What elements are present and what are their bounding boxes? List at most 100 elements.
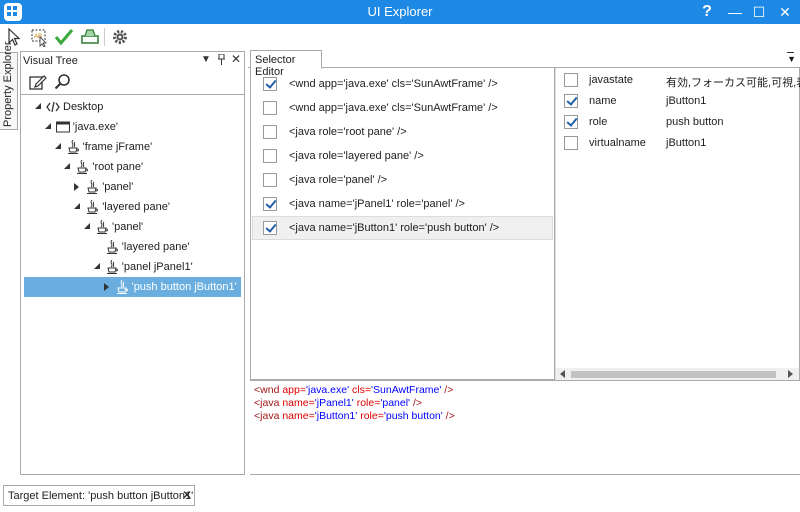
tab-dropdown-icon[interactable]: ▼: [787, 52, 796, 64]
selector-editor-area: Selector Editor ▼ <wnd app='java.exe' cl…: [248, 50, 800, 475]
selector-row[interactable]: <java role='root pane' />: [252, 120, 553, 144]
collapsed-arrow-icon[interactable]: [103, 283, 109, 291]
tree-node[interactable]: 'java.exe': [21, 117, 244, 137]
visual-tree-header: Visual Tree ▼ ✕: [21, 52, 244, 70]
selector-checkbox[interactable]: [263, 101, 277, 115]
close-panel-icon[interactable]: ✕: [231, 52, 241, 66]
tree-node[interactable]: 'layered pane': [21, 197, 244, 217]
expanded-arrow-icon[interactable]: [44, 123, 51, 129]
xml-line: <java name='jButton1' role='push button'…: [254, 410, 796, 423]
selector-checkbox[interactable]: [263, 149, 277, 163]
xml-line: <wnd app='java.exe' cls='SunAwtFrame' />: [254, 384, 796, 397]
window-icon: [55, 120, 70, 134]
xml-attr-name: name: [282, 410, 309, 422]
selector-text: <java name='jButton1' role='push button'…: [289, 222, 500, 234]
pin-icon[interactable]: [217, 53, 226, 68]
tree-node[interactable]: 'push button jButton1': [24, 277, 241, 297]
help-button[interactable]: ?: [692, 0, 722, 24]
tree-node[interactable]: 'panel jPanel1': [21, 257, 244, 277]
tree-node[interactable]: 'frame jFrame': [21, 137, 244, 157]
selector-text: <wnd app='java.exe' cls='SunAwtFrame' />: [289, 78, 498, 90]
java-icon: [66, 139, 80, 154]
attribute-name: name: [589, 95, 617, 107]
settings-button[interactable]: [110, 27, 130, 47]
expanded-arrow-icon[interactable]: [64, 163, 71, 169]
java-icon: [85, 199, 99, 214]
scrollbar-thumb[interactable]: [571, 371, 776, 378]
attribute-checkbox[interactable]: [564, 73, 578, 87]
xml-bracket: />: [442, 410, 455, 422]
expanded-arrow-icon[interactable]: [54, 143, 61, 149]
xml-line: <java name='jPanel1' role='panel' />: [254, 397, 796, 410]
attribute-value: jButton1: [666, 137, 707, 149]
attribute-checkbox[interactable]: [564, 136, 578, 150]
highlight-button[interactable]: [80, 27, 100, 47]
java-icon: [95, 219, 109, 234]
attribute-value: jButton1: [666, 95, 707, 107]
tree-node[interactable]: 'panel': [21, 217, 244, 237]
tab-strip: Selector Editor ▼: [248, 50, 800, 78]
edit-icon[interactable]: [29, 73, 47, 94]
dropdown-arrow-icon[interactable]: ▼: [201, 54, 211, 65]
expanded-arrow-icon[interactable]: [93, 263, 100, 269]
attribute-checkbox[interactable]: [564, 94, 578, 108]
attribute-checkbox[interactable]: [564, 115, 578, 129]
xml-tag: wnd: [260, 384, 280, 396]
property-explorer-tab[interactable]: Property Explorer: [0, 41, 18, 130]
selector-text: <java role='root pane' />: [289, 126, 407, 138]
tree-node[interactable]: 'layered pane': [21, 237, 244, 257]
selector-row[interactable]: <wnd app='java.exe' cls='SunAwtFrame' />: [252, 72, 553, 96]
checkmark-icon: [54, 29, 74, 46]
target-element-tab[interactable]: Target Element: 'push button jButton1' ✕: [3, 485, 195, 506]
validate-button[interactable]: [54, 27, 74, 47]
horizontal-scrollbar[interactable]: [556, 368, 799, 380]
attribute-row[interactable]: name jButton1: [556, 91, 796, 111]
xml-attr-name: cls: [352, 384, 365, 396]
java-icon: [85, 179, 99, 194]
xml-attr-value: 'push button': [383, 410, 443, 422]
target-element-label: Target Element: 'push button jButton1': [8, 490, 194, 502]
attribute-row[interactable]: javastate 有効,フォーカス可能,可視,表示: [556, 70, 800, 90]
selector-row[interactable]: <java name='jButton1' role='push button'…: [252, 216, 553, 240]
tree-node[interactable]: 'root pane': [21, 157, 244, 177]
tab-selector-editor[interactable]: Selector Editor: [250, 50, 322, 78]
selector-row[interactable]: <java name='jPanel1' role='panel' />: [252, 192, 553, 216]
expanded-arrow-icon[interactable]: [35, 103, 41, 109]
tree-node-label: 'frame jFrame': [82, 141, 153, 153]
tree-node[interactable]: Desktop: [21, 97, 244, 117]
scroll-left-icon[interactable]: [560, 370, 565, 378]
xml-attr-name: role: [360, 410, 378, 422]
search-icon[interactable]: [54, 73, 72, 94]
collapsed-arrow-icon[interactable]: [74, 183, 80, 191]
attribute-value: push button: [666, 116, 724, 128]
tree-node-label: 'push button jButton1': [131, 281, 237, 293]
selector-checkbox[interactable]: [263, 173, 277, 187]
attribute-row[interactable]: role push button: [556, 112, 796, 132]
indicate-anchor-button[interactable]: AB: [29, 27, 49, 48]
toolbar-separator: [104, 28, 105, 46]
selector-xml-preview[interactable]: <wnd app='java.exe' cls='SunAwtFrame' />…: [250, 380, 800, 475]
selector-row[interactable]: <java role='layered pane' />: [252, 144, 553, 168]
tree-node-label: 'layered pane': [102, 201, 170, 213]
scroll-right-icon[interactable]: [788, 370, 793, 378]
selector-row[interactable]: <java role='panel' />: [252, 168, 553, 192]
selector-checkbox[interactable]: [263, 221, 277, 235]
expanded-arrow-icon[interactable]: [84, 223, 90, 229]
selector-row[interactable]: <wnd app='java.exe' cls='SunAwtFrame' />: [252, 96, 553, 120]
attribute-value: 有効,フォーカス可能,可視,表示: [666, 77, 800, 89]
selector-checkbox[interactable]: [263, 77, 277, 91]
selector-text: <wnd app='java.exe' cls='SunAwtFrame' />: [289, 102, 498, 114]
tree-node[interactable]: 'panel': [21, 177, 244, 197]
selector-checkbox[interactable]: [263, 197, 277, 211]
visual-tree-title: Visual Tree: [23, 55, 78, 67]
attribute-row[interactable]: virtualname jButton1: [556, 133, 796, 153]
expanded-arrow-icon[interactable]: [74, 203, 81, 209]
xml-attr-value: 'jButton1': [314, 410, 358, 422]
xml-attr-value: 'java.exe': [306, 384, 350, 396]
close-button[interactable]: ✕: [770, 0, 800, 24]
selector-list: <wnd app='java.exe' cls='SunAwtFrame' />…: [250, 68, 555, 380]
selector-checkbox[interactable]: [263, 125, 277, 139]
window-title: UI Explorer: [367, 4, 433, 19]
xml-bracket: />: [410, 397, 423, 409]
close-tab-icon[interactable]: ✕: [182, 488, 192, 502]
